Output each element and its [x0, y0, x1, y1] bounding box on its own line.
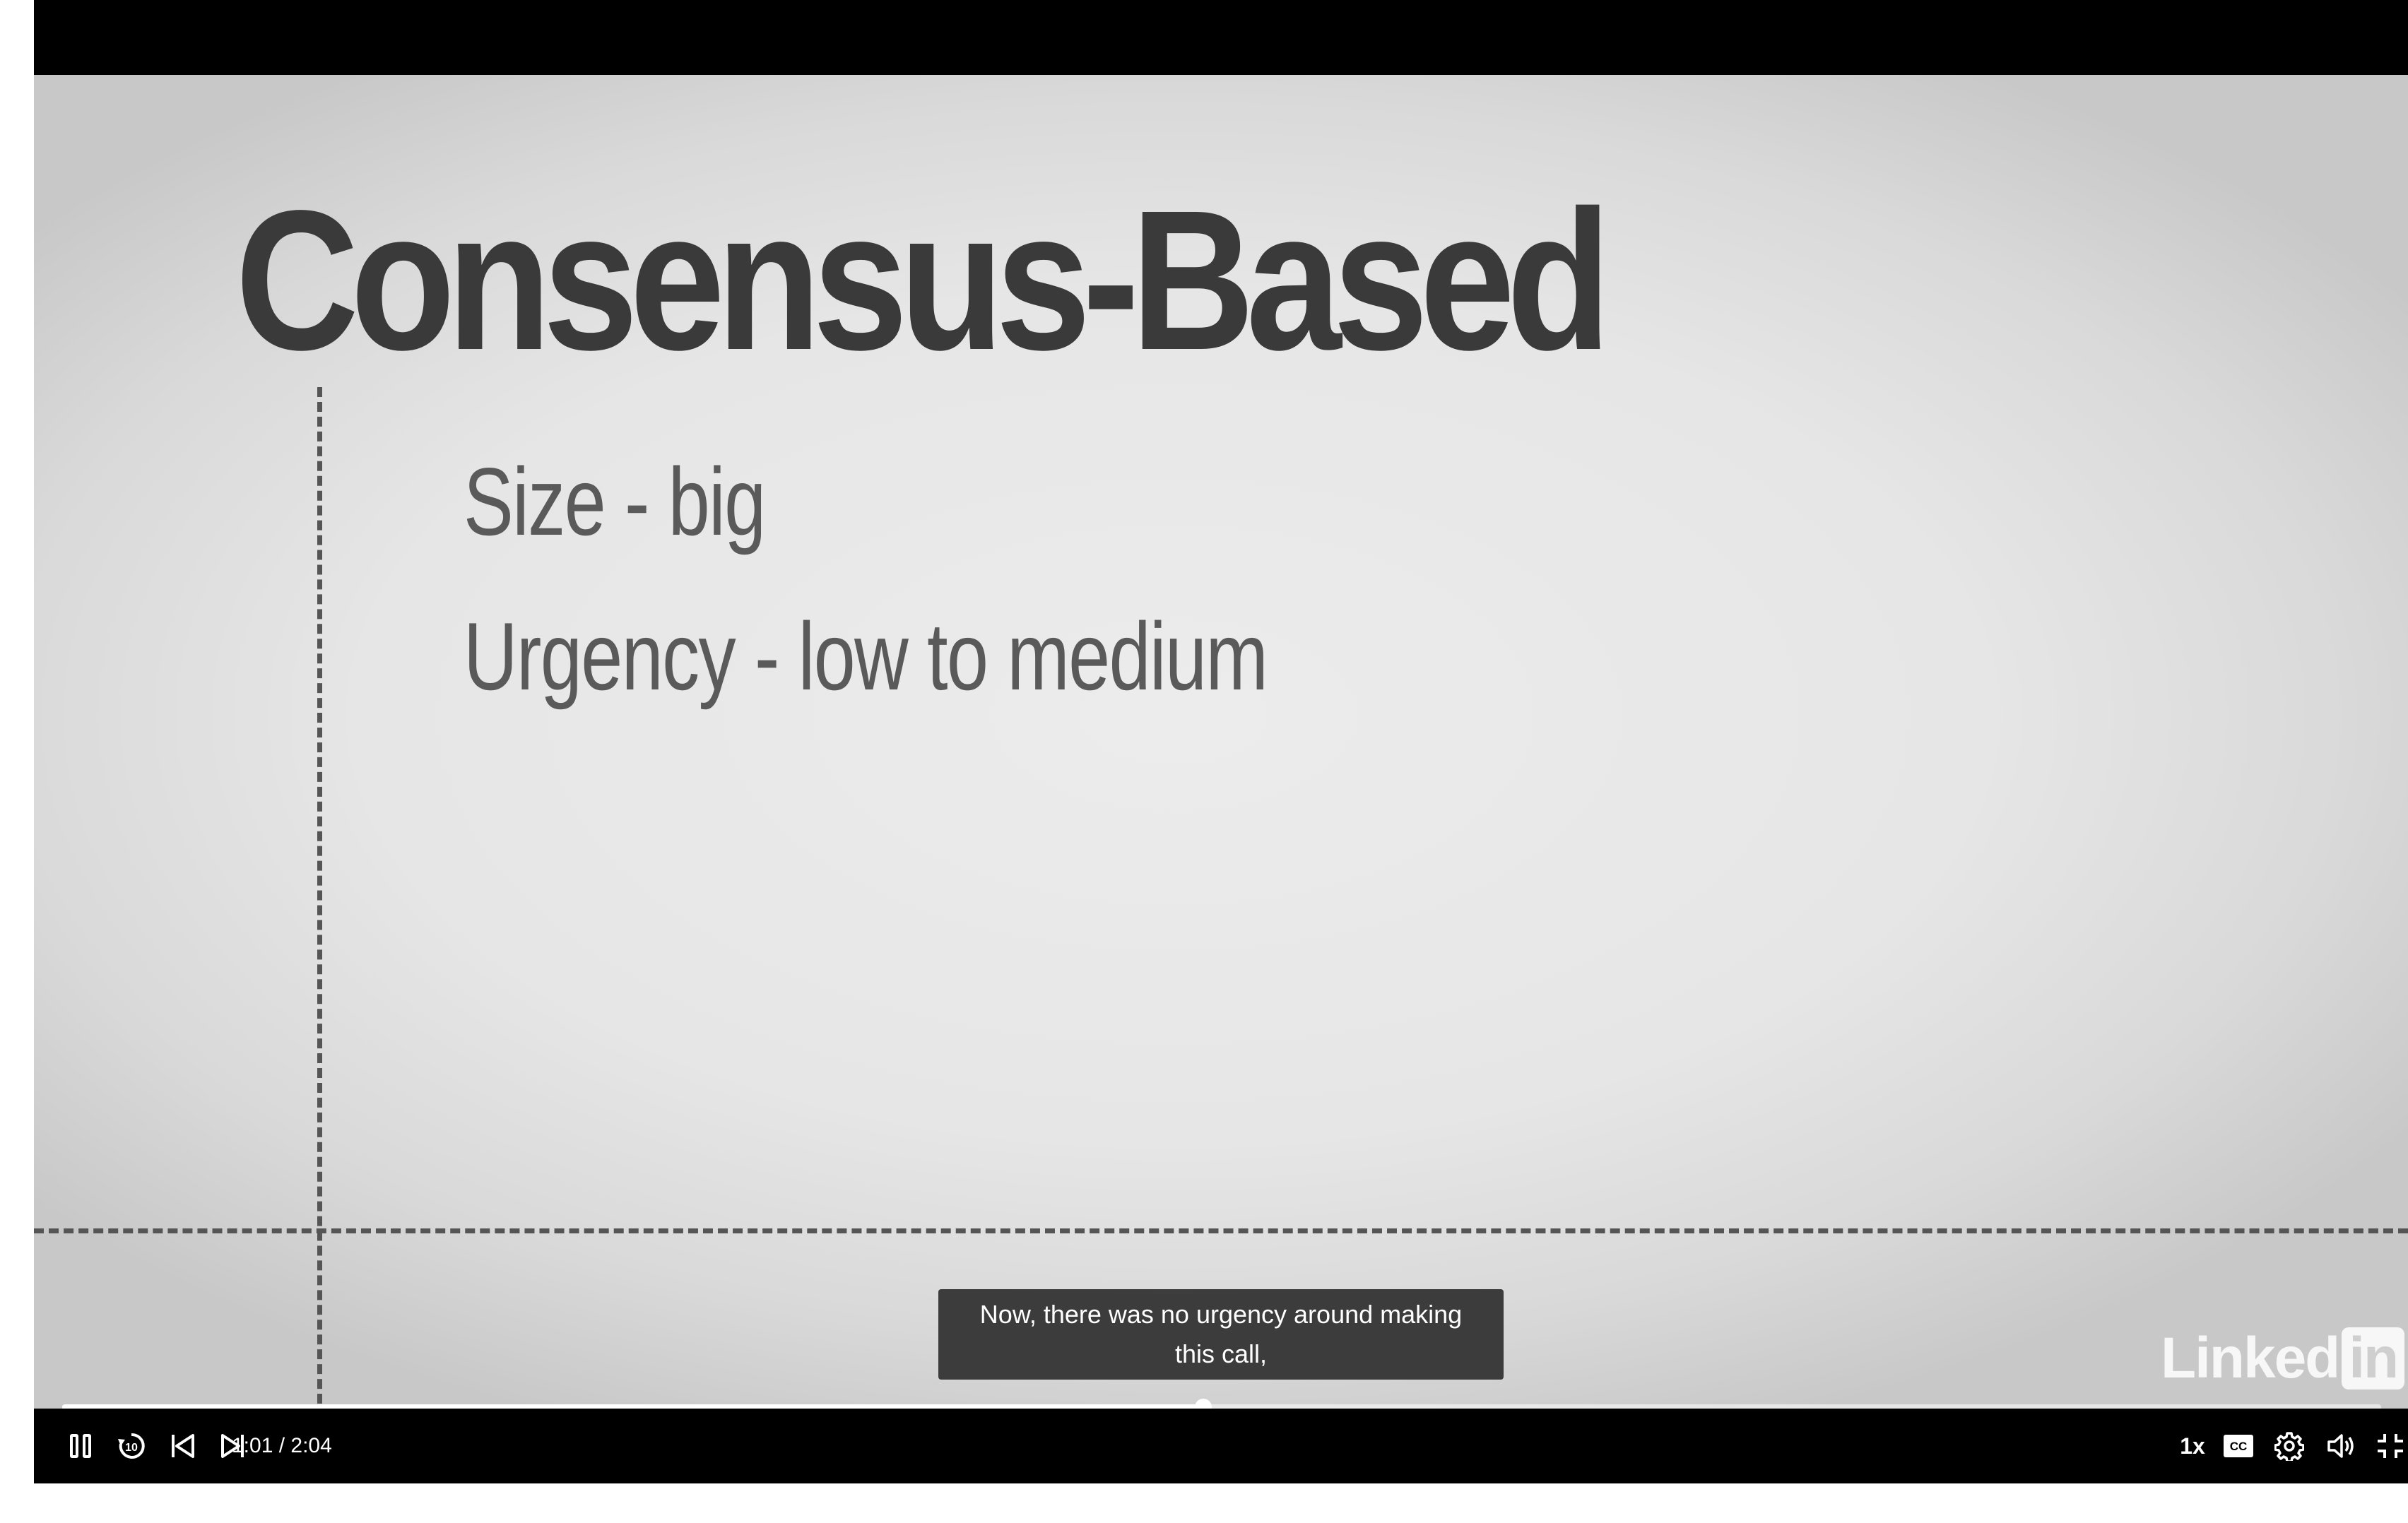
- rewind-seconds-label: 10: [125, 1442, 138, 1454]
- speed-label: 1x: [2180, 1433, 2205, 1459]
- caption-line-1: Now, there was no urgency around making: [979, 1300, 1463, 1329]
- watermark-in-box: in: [2342, 1327, 2405, 1389]
- subtitle-caption: Now, there was no urgency around making …: [938, 1289, 1504, 1380]
- letterbox-top: [34, 0, 2408, 75]
- closed-captions-icon: CC: [2223, 1434, 2254, 1458]
- caption-line-2: this call,: [1174, 1339, 1268, 1368]
- pause-icon: [66, 1432, 95, 1460]
- slide-line-urgency: Urgency - low to medium: [464, 603, 1268, 710]
- slide-line-size: Size - big: [464, 448, 766, 555]
- video-player[interactable]: Consensus-Based Size - big Urgency - low…: [34, 0, 2408, 1483]
- vertical-dashed-line: [317, 387, 322, 1409]
- settings-button[interactable]: [2270, 1426, 2309, 1466]
- captions-button[interactable]: CC: [2219, 1426, 2258, 1466]
- exit-fullscreen-button[interactable]: [2373, 1426, 2408, 1466]
- time-display: 1:01 / 2:04: [232, 1434, 332, 1457]
- rewind-10-icon: 10: [116, 1430, 147, 1462]
- playback-speed-button[interactable]: 1x: [2168, 1426, 2217, 1466]
- volume-button[interactable]: [2322, 1426, 2361, 1466]
- volume-icon: [2326, 1432, 2357, 1460]
- gear-icon: [2274, 1431, 2304, 1461]
- slide-title: Consensus-Based: [235, 169, 1611, 391]
- exit-fullscreen-icon: [2375, 1432, 2405, 1460]
- watermark-text: Linked: [2161, 1326, 2340, 1390]
- rewind-10-button[interactable]: 10: [112, 1426, 151, 1466]
- previous-button[interactable]: [163, 1426, 202, 1466]
- control-bar: 10 1x CC: [34, 1409, 2408, 1483]
- video-frame[interactable]: Consensus-Based Size - big Urgency - low…: [34, 75, 2408, 1409]
- linkedin-watermark: Linked in: [2161, 1325, 2405, 1392]
- horizontal-dashed-line: [34, 1228, 2408, 1233]
- pause-button[interactable]: [61, 1426, 100, 1466]
- skip-previous-icon: [168, 1432, 196, 1460]
- svg-text:CC: CC: [2230, 1440, 2248, 1453]
